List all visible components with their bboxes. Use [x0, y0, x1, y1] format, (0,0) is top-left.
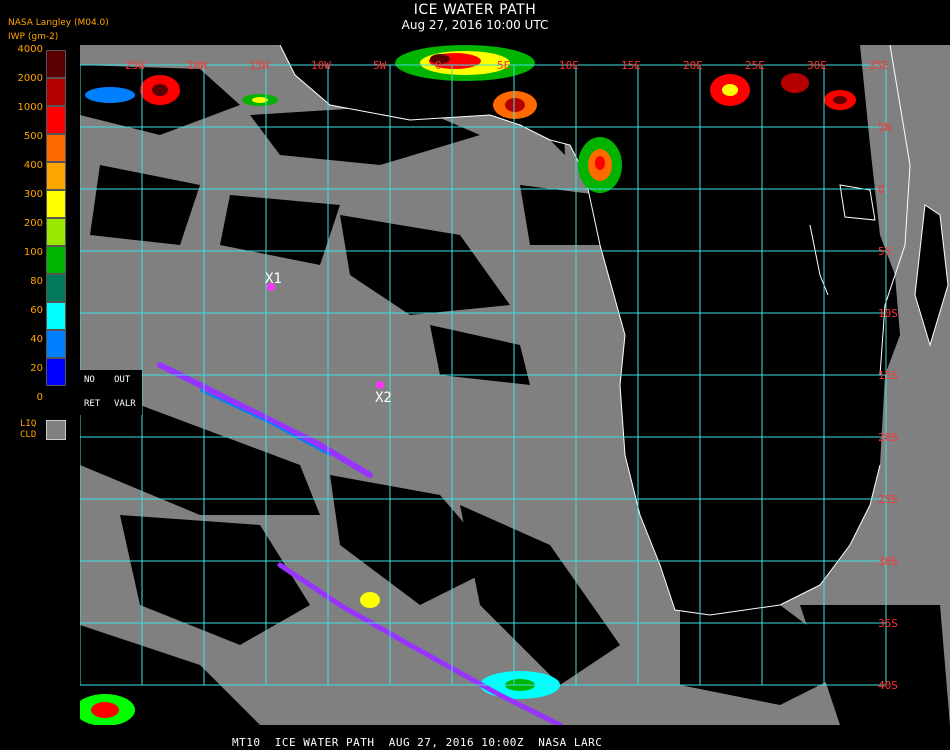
- longitude-label: 25E: [745, 59, 765, 72]
- legend-tick: 1000: [17, 102, 43, 113]
- latitude-label: 20S: [878, 431, 898, 444]
- no-retrieval-label: NO: [84, 375, 95, 385]
- color-legend: [46, 50, 66, 386]
- map-subtitle: Aug 27, 2016 10:00 UTC: [401, 18, 549, 32]
- longitude-label: 35E: [869, 59, 889, 72]
- legend-swatch: [46, 246, 66, 274]
- no-retrieval-label: VALR: [114, 399, 136, 409]
- latitude-label: 0: [878, 183, 885, 196]
- legend-tick: 400: [23, 160, 43, 171]
- longitude-label: 25W: [125, 59, 145, 72]
- legend-swatch: [46, 134, 66, 162]
- legend-swatch: [46, 218, 66, 246]
- unit-label: IWP (gm-2): [8, 32, 59, 42]
- legend-swatch: [46, 50, 66, 78]
- legend-tick: 60: [30, 305, 43, 316]
- footer-caption: MT10 ICE WATER PATH AUG 27, 2016 10:00Z …: [232, 736, 603, 749]
- no-retrieval-label: OUT: [114, 375, 131, 385]
- legend-swatch: [46, 190, 66, 218]
- legend-tick: 40: [30, 334, 43, 345]
- liquid-cloud-label: CLD: [20, 430, 37, 440]
- marker-x1-label: X1: [265, 271, 282, 287]
- no-retrieval-label: RET: [84, 399, 101, 409]
- legend-tick: 0: [36, 392, 43, 403]
- legend-tick: 4000: [17, 44, 43, 55]
- legend-tick: 200: [23, 218, 43, 229]
- legend-swatch: [46, 78, 66, 106]
- legend-tick: 20: [30, 363, 43, 374]
- legend-tick: 2000: [17, 73, 43, 84]
- legend-swatch: [46, 358, 66, 386]
- latitude-label: 5N: [878, 121, 891, 134]
- marker-x2-label: X2: [375, 390, 392, 406]
- legend-swatch: [46, 274, 66, 302]
- legend-swatch: [46, 106, 66, 134]
- source-label: NASA Langley (M04.0): [8, 18, 109, 28]
- marker-x2: [376, 381, 384, 389]
- legend-swatch: [46, 330, 66, 358]
- latitude-label: 35S: [878, 617, 898, 630]
- longitude-label: 10W: [311, 59, 331, 72]
- liquid-cloud-label: LIQ: [20, 419, 37, 429]
- latitude-label: 30S: [878, 555, 898, 568]
- latitude-label: 10S: [878, 307, 898, 320]
- longitude-label: 20E: [683, 59, 703, 72]
- legend-tick: 300: [23, 189, 43, 200]
- longitude-label: 5W: [373, 59, 387, 72]
- satellite-map: 25W 20W 15W 10W 5W 0 5E 10E 15E 20E 25E 30E 35E 5N 0 5…: [80, 45, 950, 725]
- latitude-label: 25S: [878, 493, 898, 506]
- longitude-label: 20W: [187, 59, 207, 72]
- latitude-label: 40S: [878, 679, 898, 692]
- legend-tick: 500: [23, 131, 43, 142]
- legend-tick: 100: [23, 247, 43, 258]
- latitude-label: 5S: [878, 245, 891, 258]
- longitude-label: 5E: [497, 59, 510, 72]
- legend-tick: 80: [30, 276, 43, 287]
- legend-swatch: [46, 302, 66, 330]
- longitude-label: 0: [435, 59, 442, 72]
- legend-swatch: [46, 162, 66, 190]
- longitude-label: 30E: [807, 59, 827, 72]
- liquid-cloud-swatch: [46, 420, 66, 440]
- longitude-label: 10E: [559, 59, 579, 72]
- longitude-label: 15E: [621, 59, 641, 72]
- map-title: ICE WATER PATH: [413, 2, 537, 18]
- latitude-label: 15S: [878, 369, 898, 382]
- longitude-label: 15W: [249, 59, 269, 72]
